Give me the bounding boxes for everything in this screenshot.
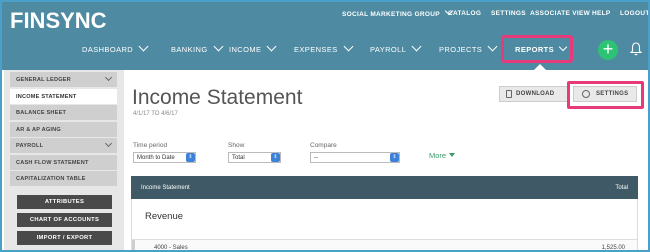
sidebar-item-label: CAPITALIZATION TABLE [16,176,86,182]
chevron-down-icon [487,41,498,52]
account-total: 1,525.00 [601,245,625,251]
bell-icon[interactable] [630,42,642,56]
chevron-down-icon [138,41,149,52]
active-nav-pointer [534,64,546,70]
chevron-down-icon [266,41,277,52]
table-body: Revenue 4000 - Sales 1,525.00 [131,199,638,251]
org-name: SOCIAL MARKETING GROUP [342,11,440,18]
page-title: Income Statement [132,86,303,109]
report-settings-button[interactable]: SETTINGS [573,86,637,102]
time-period-label: Time period [133,142,168,149]
chevron-down-icon [558,42,568,52]
sidebar-item-label: BALANCE SHEET [16,110,67,116]
select-value: Month to Date [137,155,175,161]
nav-label: PAYROLL [370,45,407,54]
select-value: -- [314,155,318,161]
download-label: DOWNLOAD [516,91,555,97]
more-filters-link[interactable]: More [429,151,456,160]
sidebar-item-income-statement[interactable]: INCOME STATEMENT [10,89,117,104]
nav-label: DASHBOARD [82,45,134,54]
nav-banking[interactable]: BANKING [171,41,224,54]
chevron-down-icon [343,41,354,52]
row-indicator [132,240,135,250]
chart-of-accounts-button[interactable]: CHART OF ACCOUNTS [17,213,112,227]
column-header-name: Income Statement [141,185,190,191]
catalog-link[interactable]: CATALOG [448,10,481,17]
app-logo[interactable]: FINSYNC [10,8,107,34]
sidebar-item-general-ledger[interactable]: GENERAL LEDGER [10,72,117,87]
attributes-button[interactable]: ATTRIBUTES [17,195,112,209]
sidebar-item-cap-table[interactable]: CAPITALIZATION TABLE [10,171,117,186]
account-name: 4000 - Sales [154,245,188,251]
select-arrows-icon: ⇕ [186,153,195,162]
section-heading: Revenue [145,211,184,222]
sidebar-item-ar-ap-aging[interactable]: AR & AP AGING [10,122,117,137]
sidebar-item-label: AR & AP AGING [16,127,61,133]
nav-income[interactable]: INCOME [229,41,277,54]
plus-icon[interactable]: + [598,40,618,60]
nav-payroll[interactable]: PAYROLL [370,41,422,54]
sidebar-item-label: CASH FLOW STATEMENT [16,160,89,166]
table-row[interactable]: 4000 - Sales 1,525.00 [132,239,637,251]
date-range: 4/1/17 TO 4/6/17 [133,111,178,117]
column-header-total: Total [615,185,628,191]
chevron-down-icon [213,41,224,52]
reports-sidebar: GENERAL LEDGER INCOME STATEMENT BALANCE … [4,70,124,250]
app-frame: FINSYNC SOCIAL MARKETING GROUP CATALOG S… [0,0,650,252]
chevron-down-icon [104,73,113,82]
select-value: Total [232,155,245,161]
nav-label: EXPENSES [294,45,338,54]
time-period-select[interactable]: Month to Date ⇕ [133,152,196,163]
select-arrows-icon: ⇕ [271,153,280,162]
sidebar-item-balance-sheet[interactable]: BALANCE SHEET [10,105,117,120]
chevron-down-icon [411,41,422,52]
income-statement-table: Income Statement Total Revenue 4000 - Sa… [131,176,638,251]
gear-icon [582,90,590,98]
nav-label: BANKING [171,45,208,54]
import-export-button[interactable]: IMPORT / EXPORT [17,231,112,245]
sidebar-item-label: PAYROLL [16,143,44,149]
compare-label: Compare [310,142,337,149]
download-icon [506,90,512,98]
select-arrows-icon: ⇕ [390,153,399,162]
compare-select[interactable]: -- ⇕ [310,152,400,163]
nav-label: INCOME [229,45,262,54]
logout-link[interactable]: LOGOUT [620,10,648,17]
table-header: Income Statement Total [131,176,638,199]
show-select[interactable]: Total ⇕ [228,152,281,163]
caret-down-icon [449,153,456,157]
nav-dashboard[interactable]: DASHBOARD [82,41,149,54]
sidebar-item-cash-flow[interactable]: CASH FLOW STATEMENT [10,155,117,170]
settings-link[interactable]: SETTINGS [491,10,526,17]
sidebar-item-label: INCOME STATEMENT [16,94,77,100]
sidebar-item-payroll[interactable]: PAYROLL [10,138,117,153]
sidebar-item-label: GENERAL LEDGER [16,77,71,83]
nav-projects[interactable]: PROJECTS [439,41,498,54]
nav-label: PROJECTS [439,45,483,54]
help-link[interactable]: HELP [592,10,611,17]
show-label: Show [228,142,245,149]
nav-reports[interactable]: REPORTS [515,42,568,54]
nav-expenses[interactable]: EXPENSES [294,41,354,54]
org-switcher[interactable]: SOCIAL MARKETING GROUP [342,6,454,18]
top-header: FINSYNC SOCIAL MARKETING GROUP CATALOG S… [2,2,648,70]
associate-view-link[interactable]: ASSOCIATE VIEW [530,10,590,17]
more-label: More [429,151,447,160]
nav-label: REPORTS [515,45,555,54]
chevron-down-icon [104,139,113,148]
download-button[interactable]: DOWNLOAD [499,86,585,102]
settings-label: SETTINGS [596,91,629,97]
